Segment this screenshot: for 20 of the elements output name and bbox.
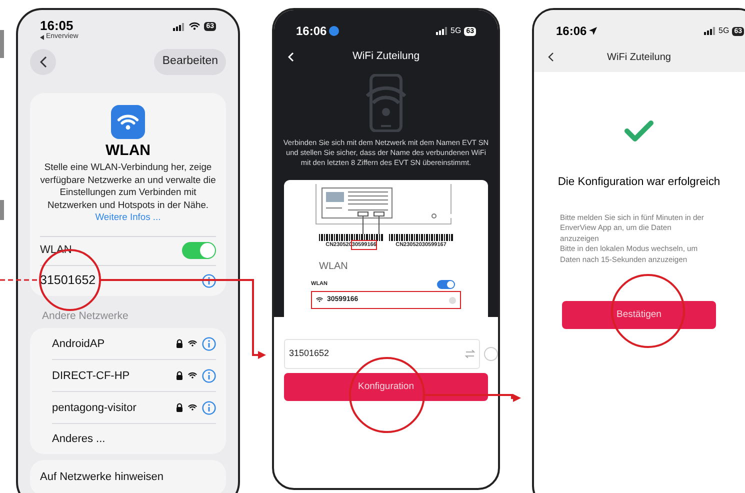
status-time: 16:05 (40, 18, 74, 33)
description: Stelle eine WLAN-Verbindung her, zeige verfügbare Netzwerke an und verwalte die Einstellungen zum Verbinden mit Netzwerken und Hotspots in der Nähe. (40, 161, 216, 211)
status-time: 16:06 (556, 23, 587, 40)
screen-title: WiFi Zuteilung (352, 49, 420, 64)
section-header: Andere Netzwerke (42, 308, 130, 324)
network-type: 5G (450, 25, 462, 37)
example-title: WLAN (319, 260, 349, 274)
edit-button[interactable]: Bearbeiten (154, 49, 226, 75)
network-name[interactable]: AndroidAP (52, 336, 105, 352)
success-heading: Die Konfiguration war erfolgreich (558, 175, 720, 190)
network-name[interactable]: pentagong-visitor (52, 400, 136, 416)
other-network[interactable]: Anderes ... (52, 431, 106, 448)
status-time: 16:06 (296, 23, 327, 40)
network-type: 5G (718, 25, 730, 37)
setting-item[interactable]: Auf Netzwerke hinweisen (40, 471, 164, 484)
screen-title: WiFi Zuteilung (607, 50, 671, 64)
wifi-name-field[interactable]: 31501652 (284, 339, 480, 369)
connected-network[interactable]: 31501652 (40, 271, 96, 290)
network-name[interactable]: DIRECT-CF-HP (52, 368, 130, 384)
page-title: WLAN (106, 142, 150, 160)
